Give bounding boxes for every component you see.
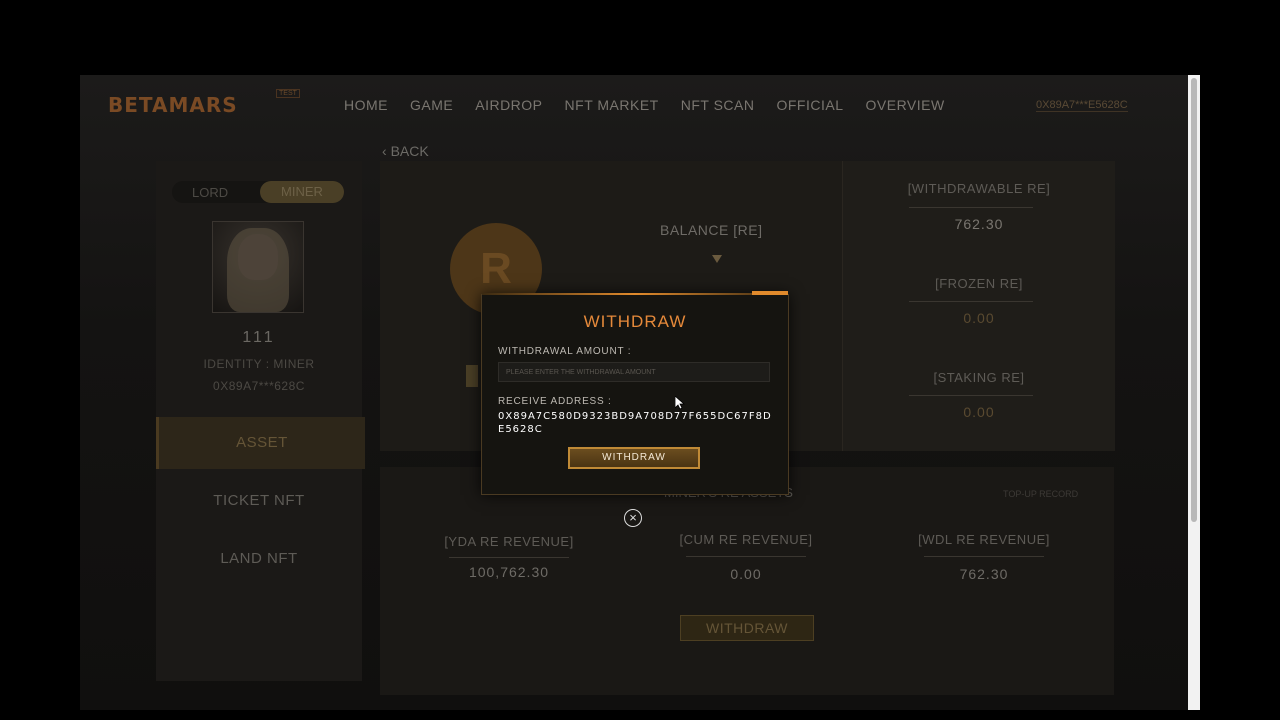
test-badge: TEST (276, 89, 300, 98)
betamars-logo[interactable]: BETAMARS (108, 93, 238, 117)
nav-home[interactable]: HOME (344, 97, 388, 113)
caret-down-icon[interactable] (712, 255, 722, 263)
mouse-cursor-icon (675, 396, 685, 410)
withdrawal-amount-input[interactable] (498, 362, 770, 382)
nav-airdrop[interactable]: AIRDROP (475, 97, 542, 113)
profile-sidebar: LORD MINER 111 IDENTITY : MINER 0X89A7**… (156, 161, 365, 681)
back-link[interactable]: ‹ BACK (382, 143, 429, 159)
role-lord-option[interactable]: LORD (192, 185, 228, 200)
staking-label: [STAKING RE] (933, 370, 1025, 385)
withdrawable-label: [WITHDRAWABLE RE] (907, 181, 1051, 196)
frozen-label: [FROZEN RE] (935, 276, 1023, 291)
withdrawable-value: 762.30 (954, 216, 1004, 232)
identity-label: IDENTITY : MINER (203, 357, 315, 371)
back-label: BACK (390, 143, 429, 159)
yda-value: 100,762.30 (468, 564, 550, 580)
nav-nft-market[interactable]: NFT MARKET (565, 97, 659, 113)
receive-address-value: 0X89A7C580D9323BD9A708D77F655DC67F8DE562… (498, 411, 772, 435)
nav-overview[interactable]: OVERVIEW (866, 97, 945, 113)
wdl-value: 762.30 (959, 566, 1009, 582)
amount-label: WITHDRAWAL AMOUNT : (498, 346, 632, 357)
stats-box: [WITHDRAWABLE RE] 762.30 [FROZEN RE] 0.0… (842, 161, 1115, 451)
main-nav: HOME GAME AIRDROP NFT MARKET NFT SCAN OF… (344, 97, 945, 113)
nav-official[interactable]: OFFICIAL (776, 97, 843, 113)
balance-label: BALANCE [RE] (660, 222, 763, 238)
wdl-label: [WDL RE REVENUE] (918, 532, 1050, 547)
staking-value: 0.00 (963, 404, 995, 420)
role-toggle[interactable]: LORD MINER (172, 181, 344, 203)
nav-game[interactable]: GAME (410, 97, 453, 113)
close-icon[interactable]: × (624, 509, 642, 527)
menu-land-nft[interactable]: LAND NFT (156, 533, 362, 585)
menu-ticket-nft[interactable]: TICKET NFT (156, 475, 362, 527)
yda-label: [YDA RE REVENUE] (444, 534, 574, 549)
withdraw-modal: WITHDRAW WITHDRAWAL AMOUNT : RECEIVE ADD… (481, 291, 789, 495)
withdraw-button-background[interactable]: WITHDRAW (680, 615, 814, 641)
partial-button[interactable] (466, 365, 478, 387)
scrollbar-thumb[interactable] (1191, 78, 1197, 522)
role-miner-option[interactable]: MINER (260, 181, 344, 203)
topup-record-link[interactable]: TOP-UP RECORD (1003, 489, 1078, 499)
frozen-value: 0.00 (963, 310, 995, 326)
nav-nft-scan[interactable]: NFT SCAN (681, 97, 755, 113)
menu-asset[interactable]: ASSET (156, 417, 365, 469)
username: 111 (242, 329, 276, 346)
modal-title: WITHDRAW (583, 312, 687, 331)
cum-label: [CUM RE REVENUE] (679, 532, 813, 547)
address-label: RECEIVE ADDRESS : (498, 396, 612, 407)
cum-value: 0.00 (730, 566, 762, 582)
modal-withdraw-button[interactable]: WITHDRAW (568, 447, 700, 469)
top-header: BETAMARS TEST HOME GAME AIRDROP NFT MARK… (80, 75, 1188, 135)
short-address[interactable]: 0X89A7***628C (156, 379, 362, 393)
chevron-left-icon: ‹ (382, 143, 391, 159)
wallet-address[interactable]: 0X89A7***E5628C (1036, 99, 1128, 112)
avatar (212, 221, 304, 313)
